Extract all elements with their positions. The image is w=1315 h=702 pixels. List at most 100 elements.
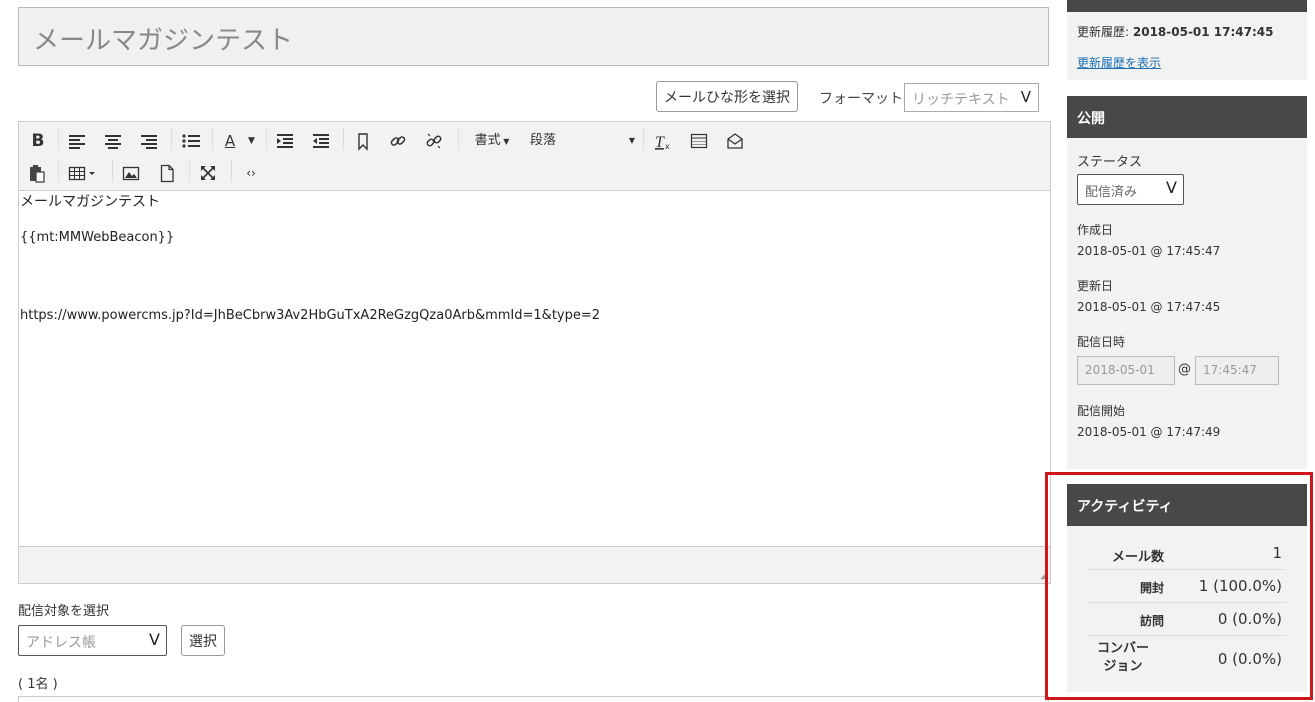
resize-handle-icon[interactable]: ◢ (1040, 571, 1047, 581)
delivery-time-input[interactable]: 17:45:47 (1195, 356, 1279, 385)
toolbar-divider (231, 160, 232, 182)
indent-button[interactable] (276, 130, 298, 152)
paragraph-dropdown-label: 段落 (530, 133, 557, 148)
history-panel: 更新履歴: 2018-05-01 17:47:45 更新履歴を表示 (1067, 0, 1307, 80)
start-value: 2018-05-01 @ 17:47:49 (1077, 425, 1221, 439)
history-link[interactable]: 更新履歴を表示 (1077, 54, 1161, 71)
activity-label: 訪問 (1139, 614, 1164, 628)
align-right-button[interactable] (140, 130, 162, 152)
created-label: 作成日 (1077, 223, 1114, 237)
activity-row: 開封 1 (100.0%) (1088, 570, 1286, 603)
table-dropdown[interactable] (68, 162, 104, 184)
start-label: 配信開始 (1077, 404, 1126, 418)
main-content: メールマガジンテスト メールひな形を選択 フォーマット: リッチテキスト V B… (0, 0, 1060, 702)
clear-format-button[interactable]: Tx (654, 130, 676, 152)
activity-value: 0 (0.0%) (1217, 650, 1282, 668)
status-select[interactable]: 配信済み V (1077, 174, 1184, 205)
activity-table: メール数 1 開封 1 (100.0%) 訪問 0 (0.0%) コンバー ジョ… (1088, 537, 1286, 682)
modified-label: 更新日 (1077, 279, 1114, 293)
chevron-down-icon: V (1166, 178, 1177, 197)
activity-value: 1 (100.0%) (1198, 577, 1282, 595)
select-recipients-button[interactable]: 選択 (181, 625, 225, 656)
delivery-time-value: 17:45:47 (1203, 363, 1257, 377)
editor-line: メールマガジンテスト (20, 194, 160, 210)
code-icon: ‹› (246, 166, 256, 180)
bookmark-button[interactable] (354, 130, 376, 152)
caret-down-icon: ▼ (628, 136, 635, 145)
sidebar: 更新履歴: 2018-05-01 17:47:45 更新履歴を表示 公開 ステー… (1067, 0, 1307, 702)
bold-button[interactable]: B (28, 130, 48, 152)
status-label: ステータス (1077, 155, 1143, 170)
history-info: 更新履歴: 2018-05-01 17:47:45 (1077, 23, 1274, 40)
editor-statusbar: ◢ (18, 546, 1051, 584)
activity-panel-title: アクティビティ (1067, 484, 1307, 526)
delivery-at-sign: @ (1178, 362, 1191, 377)
toolbar-divider (112, 160, 113, 182)
select-template-button[interactable]: メールひな形を選択 (656, 81, 798, 112)
align-center-button[interactable] (104, 130, 126, 152)
chevron-down-icon: V (1020, 88, 1031, 106)
align-left-icon (69, 135, 85, 149)
delivery-date-input[interactable]: 2018-05-01 (1077, 356, 1175, 385)
envelope-icon (727, 133, 743, 149)
toolbar-divider (266, 128, 267, 150)
activity-row: メール数 1 (1088, 537, 1286, 570)
panel-header-bar (1067, 0, 1307, 12)
preview-button[interactable] (726, 130, 748, 152)
svg-text:T: T (655, 134, 665, 151)
delivery-label: 配信日時 (1077, 335, 1126, 349)
format-select[interactable]: リッチテキスト V (904, 83, 1039, 112)
unlink-button[interactable] (425, 130, 447, 152)
link-button[interactable] (389, 130, 411, 152)
title-text: メールマガジンテスト (33, 26, 294, 56)
format-select-value: リッチテキスト (912, 92, 1010, 108)
created-value: 2018-05-01 @ 17:45:47 (1077, 244, 1221, 258)
toolbar-divider (458, 128, 459, 150)
clipboard-icon (30, 165, 45, 183)
address-book-select[interactable]: アドレス帳 V (18, 625, 167, 656)
align-right-icon (141, 135, 157, 149)
publish-panel-title: 公開 (1067, 96, 1307, 138)
align-left-button[interactable] (68, 130, 90, 152)
title-field[interactable]: メールマガジンテスト (18, 7, 1049, 66)
recipient-count: ( 1名 ) (18, 677, 58, 692)
recipient-list-box (18, 696, 1049, 702)
address-book-value: アドレス帳 (26, 635, 96, 651)
indent-icon (277, 134, 293, 148)
format-label: フォーマット: (819, 91, 908, 107)
editor-line: {{mt:MMWebBeacon}} (20, 230, 175, 245)
image-icon (122, 166, 140, 181)
file-icon (160, 164, 174, 183)
modified-value: 2018-05-01 @ 17:47:45 (1077, 300, 1221, 314)
recipients-label: 配信対象を選択 (18, 604, 110, 619)
chevron-down-icon: V (149, 630, 160, 649)
activity-label: メール数 (1111, 550, 1164, 565)
insert-image-button[interactable] (122, 162, 144, 184)
insert-file-button[interactable] (158, 162, 180, 184)
fullscreen-button[interactable] (199, 162, 221, 184)
source-code-button[interactable]: ‹› (240, 162, 262, 184)
bullet-list-button[interactable] (181, 130, 203, 152)
history-value: 2018-05-01 17:47:45 (1132, 25, 1274, 39)
editor-body[interactable]: メールマガジンテスト {{mt:MMWebBeacon}} https://ww… (18, 191, 1051, 547)
align-center-icon (105, 135, 121, 149)
bullet-list-icon (182, 134, 200, 148)
editor-line: https://www.powercms.jp?Id=JhBeCbrw3Av2H… (20, 308, 601, 323)
activity-row: 訪問 0 (0.0%) (1088, 603, 1286, 636)
outdent-icon (313, 134, 329, 148)
source-view-button[interactable] (690, 130, 712, 152)
caret-down-icon: ▼ (248, 136, 255, 146)
activity-row: コンバー ジョン 0 (0.0%) (1088, 636, 1286, 682)
fullscreen-icon (201, 166, 215, 180)
paste-button[interactable] (28, 162, 50, 184)
bookmark-icon (358, 133, 368, 151)
link-icon (390, 136, 406, 146)
delivery-date-value: 2018-05-01 (1085, 363, 1155, 377)
paragraph-dropdown[interactable]: 段落 ▼ (530, 130, 635, 152)
toolbar-divider (212, 128, 213, 150)
status-select-value: 配信済み (1085, 185, 1138, 200)
format-dropdown[interactable]: 書式 ▼ (470, 130, 514, 153)
toolbar-divider (58, 128, 59, 150)
activity-label: コンバー ジョン (1096, 641, 1149, 674)
outdent-button[interactable] (312, 130, 334, 152)
